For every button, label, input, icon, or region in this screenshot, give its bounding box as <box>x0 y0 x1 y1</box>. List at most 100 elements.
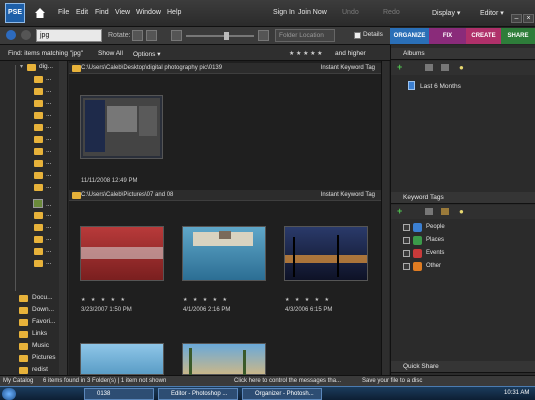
menu-view[interactable]: View <box>115 9 130 16</box>
rating-filter-stars[interactable]: ★ ★ ★ ★ ★ <box>289 50 323 57</box>
display-menu[interactable]: Display ▾ <box>432 9 460 17</box>
tab-organize[interactable]: ORGANIZE <box>390 28 429 44</box>
lightbulb-icon[interactable]: ● <box>459 207 464 216</box>
keyword-checkbox[interactable] <box>403 224 410 231</box>
add-album-icon[interactable]: + <box>397 62 402 72</box>
redo-button[interactable]: Redo <box>383 9 400 16</box>
tree-item[interactable]: ... <box>46 183 51 190</box>
thumbnail-palm-sunset[interactable] <box>284 226 368 281</box>
rotate-right-icon[interactable] <box>146 30 157 41</box>
tree-scrollbar[interactable] <box>59 61 67 375</box>
tree-item-selected[interactable]: ... <box>46 201 51 208</box>
tree-item-6[interactable]: redist <box>32 366 48 373</box>
tree-item[interactable]: ... <box>46 235 51 242</box>
quick-share-header[interactable]: Quick Share <box>391 361 535 373</box>
tree-item-0[interactable]: Docu... <box>32 294 53 301</box>
zoom-slider-track[interactable] <box>186 35 254 37</box>
thumbnail-sky[interactable] <box>80 343 164 375</box>
details-toggle[interactable]: Details <box>352 29 388 42</box>
menu-window[interactable]: Window <box>136 9 161 16</box>
thumbnail-rating[interactable]: ★ ★ ★ ★ ★ <box>81 297 127 303</box>
tree-item-3[interactable]: Links <box>32 330 47 337</box>
home-icon[interactable] <box>34 7 46 19</box>
edit-album-icon[interactable] <box>425 64 433 71</box>
tree-item[interactable]: ... <box>46 75 51 82</box>
tree-item-4[interactable]: Music <box>32 342 49 349</box>
tree-item-1[interactable]: Down... <box>32 306 54 313</box>
save-disc-link[interactable]: Save your file to a disc <box>362 378 422 384</box>
menu-help[interactable]: Help <box>167 9 181 16</box>
thumbnail-palms-house[interactable] <box>182 343 266 375</box>
thumbnail-view-icon[interactable] <box>171 30 182 41</box>
show-all-button[interactable]: Show All <box>98 50 123 57</box>
back-arrow-icon[interactable] <box>6 30 16 40</box>
message-link[interactable]: Click here to control the messages tha..… <box>234 378 341 384</box>
keyword-checkbox[interactable] <box>403 250 410 257</box>
keyword-row[interactable]: People <box>391 222 535 234</box>
thumbnail-screenshot[interactable] <box>80 95 163 159</box>
catalog-name[interactable]: My Catalog <box>3 378 33 384</box>
join-now-link[interactable]: Join Now <box>298 9 327 16</box>
minimize-button[interactable]: – <box>511 14 522 23</box>
thumbnail-rating[interactable]: ★ ★ ★ ★ ★ <box>183 297 229 303</box>
thumbnail-red-car[interactable] <box>80 226 164 281</box>
instant-keyword-tag-button[interactable]: Instant Keyword Tag <box>321 192 375 198</box>
and-higher-dropdown[interactable]: and higher <box>335 50 366 57</box>
taskbar-item-organizer[interactable]: Organizer - Photosh... <box>242 388 322 400</box>
keyword-checkbox[interactable] <box>403 237 410 244</box>
taskbar-item-0138[interactable]: 0138 <box>84 388 154 400</box>
tab-fix[interactable]: FIX <box>429 28 466 44</box>
forward-arrow-icon[interactable] <box>21 30 31 40</box>
start-button[interactable] <box>2 388 16 400</box>
tree-item[interactable]: ... <box>46 123 51 130</box>
tree-item-2[interactable]: Favori... <box>32 318 55 325</box>
tag-icon[interactable] <box>441 208 449 215</box>
menu-find[interactable]: Find <box>95 9 109 16</box>
collapse-icon[interactable]: ▾ <box>20 63 23 70</box>
tree-item[interactable]: ... <box>46 223 51 230</box>
undo-button[interactable]: Undo <box>342 9 359 16</box>
thumbnail-pool-cat[interactable] <box>182 226 266 281</box>
tree-item[interactable]: ... <box>46 247 51 254</box>
menu-edit[interactable]: Edit <box>76 9 88 16</box>
search-input[interactable]: jpg <box>36 29 102 42</box>
tree-item[interactable]: ... <box>46 171 51 178</box>
details-checkbox[interactable] <box>354 32 361 39</box>
tree-item[interactable]: ... <box>46 99 51 106</box>
keyword-checkbox[interactable] <box>403 263 410 270</box>
taskbar-item-editor[interactable]: Editor - Photoshop ... <box>158 388 238 400</box>
options-menu[interactable]: Options ▾ <box>133 50 160 58</box>
tree-item[interactable]: ... <box>46 135 51 142</box>
keyword-row[interactable]: Other <box>391 261 535 273</box>
keyword-tags-header[interactable]: Keyword Tags <box>391 192 535 204</box>
instant-keyword-tag-button[interactable]: Instant Keyword Tag <box>321 65 375 71</box>
close-button[interactable]: × <box>523 14 534 23</box>
tree-item[interactable]: ... <box>46 111 51 118</box>
keyword-row[interactable]: Places <box>391 235 535 247</box>
sign-in-link[interactable]: Sign In <box>273 9 295 16</box>
thumbnail-rating[interactable]: ★ ★ ★ ★ ★ <box>285 297 331 303</box>
editor-menu[interactable]: Editor ▾ <box>480 9 504 17</box>
tree-item[interactable]: ... <box>46 87 51 94</box>
large-view-icon[interactable] <box>258 30 269 41</box>
zoom-slider-knob[interactable] <box>224 32 229 40</box>
album-last-6-months[interactable]: Last 6 Months <box>420 83 461 90</box>
tree-item[interactable]: ... <box>46 159 51 166</box>
tree-item[interactable]: ... <box>46 259 51 266</box>
tab-create[interactable]: CREATE <box>466 28 501 44</box>
tree-item-5[interactable]: Pictures <box>32 354 55 361</box>
browser-scrollbar[interactable] <box>381 61 389 375</box>
tree-item-top[interactable]: dig... <box>39 63 53 70</box>
folder-location-button[interactable]: Folder Location <box>275 29 335 42</box>
tree-item[interactable]: ... <box>46 147 51 154</box>
albums-header[interactable]: Albums <box>391 48 535 60</box>
album-view-icon[interactable] <box>441 64 449 71</box>
tree-item[interactable]: ... <box>46 211 51 218</box>
menu-file[interactable]: File <box>58 9 69 16</box>
keyword-row[interactable]: Events <box>391 248 535 260</box>
lightbulb-icon[interactable]: ● <box>459 63 464 72</box>
add-keyword-icon[interactable]: + <box>397 206 402 216</box>
rotate-left-icon[interactable] <box>132 30 143 41</box>
edit-keyword-icon[interactable] <box>425 208 433 215</box>
tab-share[interactable]: SHARE <box>501 28 535 44</box>
